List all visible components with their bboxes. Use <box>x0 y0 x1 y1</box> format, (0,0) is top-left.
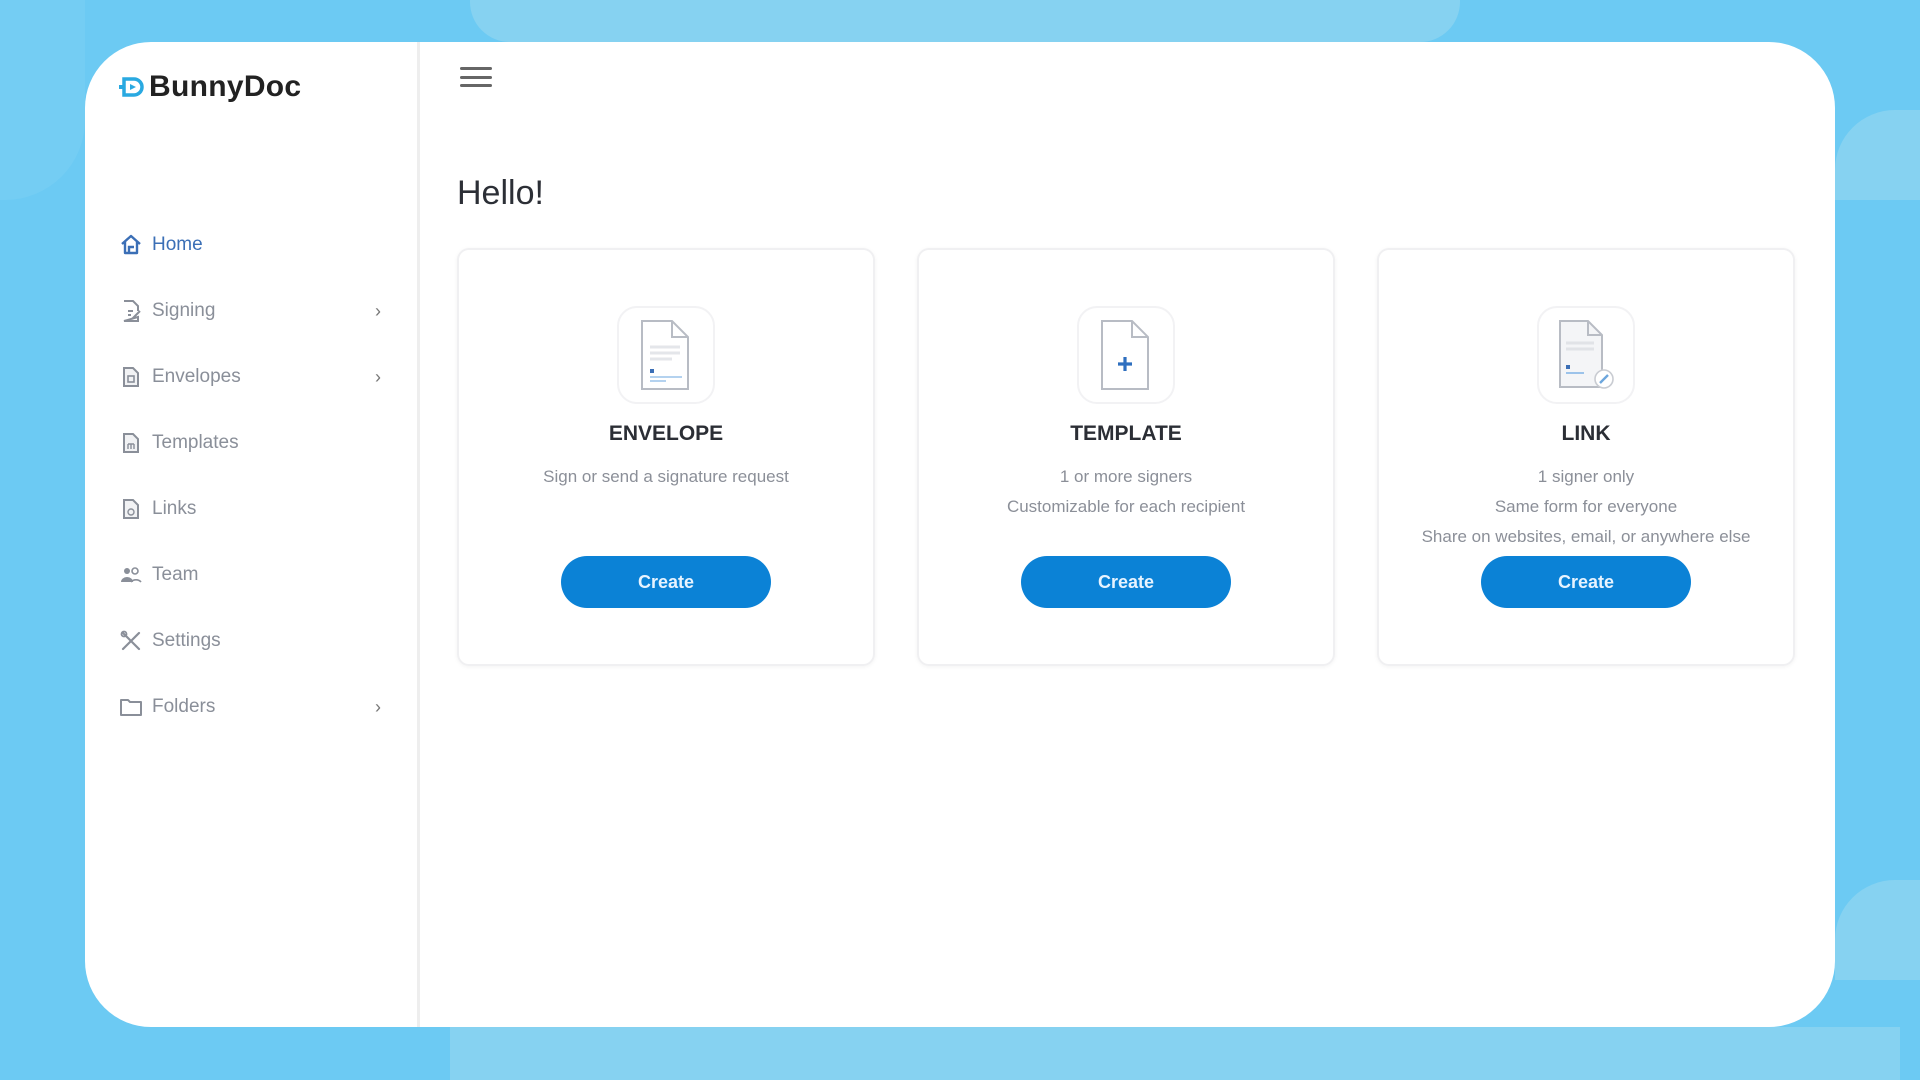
sidebar-item-settings[interactable]: Settings <box>118 608 388 674</box>
signing-icon <box>118 298 144 324</box>
sidebar-item-label: Signing <box>152 300 216 321</box>
sidebar-item-home[interactable]: Home <box>118 212 388 278</box>
card-title: LINK <box>1561 422 1611 445</box>
template-doc-icon <box>118 430 144 456</box>
link-doc-icon <box>118 496 144 522</box>
card-description-line: Share on websites, email, or anywhere el… <box>1421 527 1751 546</box>
card-description-line: 1 signer only <box>1537 467 1635 486</box>
sidebar-item-label: Home <box>152 234 203 255</box>
main-content: Hello! ENVELOPE Sign or send a signature… <box>420 42 1835 1027</box>
link-card: LINK 1 signer only Same form for everyon… <box>1377 248 1795 666</box>
home-icon <box>118 232 144 258</box>
new-template-icon <box>1077 306 1175 404</box>
sidebar-item-label: Templates <box>152 432 239 453</box>
create-options: ENVELOPE Sign or send a signature reques… <box>457 248 1795 666</box>
sidebar-item-label: Settings <box>152 630 221 651</box>
card-description-line: Same form for everyone <box>1494 497 1678 516</box>
create-envelope-button[interactable]: Create <box>561 556 771 608</box>
sidebar-item-envelopes[interactable]: Envelopes › <box>118 344 388 410</box>
card-title: TEMPLATE <box>1070 422 1182 445</box>
sidebar-item-label: Links <box>152 498 197 519</box>
page-title: Hello! <box>457 174 544 212</box>
sidebar-item-signing[interactable]: Signing › <box>118 278 388 344</box>
logo[interactable]: BunnyDoc <box>119 70 301 104</box>
sidebar-item-links[interactable]: Links <box>118 476 388 542</box>
background-shape <box>470 0 1460 42</box>
menu-toggle-icon[interactable] <box>460 64 492 90</box>
tools-icon <box>118 628 144 654</box>
link-document-icon <box>1537 306 1635 404</box>
card-description-line: Customizable for each recipient <box>1006 497 1246 516</box>
bunnydoc-logo-icon <box>119 77 144 97</box>
background-shape <box>1835 110 1920 200</box>
create-link-button[interactable]: Create <box>1481 556 1691 608</box>
folder-icon <box>118 694 144 720</box>
chevron-right-icon[interactable]: › <box>368 697 388 718</box>
background-shape <box>450 1027 1900 1080</box>
background-shape <box>0 0 85 200</box>
card-description: 1 or more signers Customizable for each … <box>919 462 1333 522</box>
chevron-right-icon[interactable]: › <box>368 301 388 322</box>
app-window: BunnyDoc Home Signing › Envelopes › Temp… <box>85 42 1835 1027</box>
sidebar-item-label: Envelopes <box>152 366 241 387</box>
envelope-doc-icon <box>118 364 144 390</box>
sidebar-item-label: Folders <box>152 696 216 717</box>
background-shape <box>1835 880 1920 980</box>
chevron-right-icon[interactable]: › <box>368 367 388 388</box>
envelope-document-icon <box>617 306 715 404</box>
sidebar-item-label: Team <box>152 564 199 585</box>
template-card: TEMPLATE 1 or more signers Customizable … <box>917 248 1335 666</box>
envelope-card: ENVELOPE Sign or send a signature reques… <box>457 248 875 666</box>
card-description-line: Sign or send a signature request <box>543 467 789 486</box>
card-title: ENVELOPE <box>608 422 724 445</box>
sidebar-item-team[interactable]: Team <box>118 542 388 608</box>
sidebar-item-templates[interactable]: Templates <box>118 410 388 476</box>
sidebar: BunnyDoc Home Signing › Envelopes › Temp… <box>85 42 420 1027</box>
sidebar-item-folders[interactable]: Folders › <box>118 674 388 740</box>
create-template-button[interactable]: Create <box>1021 556 1231 608</box>
card-description: 1 signer only Same form for everyone Sha… <box>1379 462 1793 552</box>
app-name: BunnyDoc <box>149 70 302 103</box>
card-description: Sign or send a signature request <box>459 462 873 492</box>
card-description-line: 1 or more signers <box>1059 467 1193 486</box>
sidebar-nav: Home Signing › Envelopes › Templates Lin… <box>118 212 388 740</box>
team-icon <box>118 562 144 588</box>
